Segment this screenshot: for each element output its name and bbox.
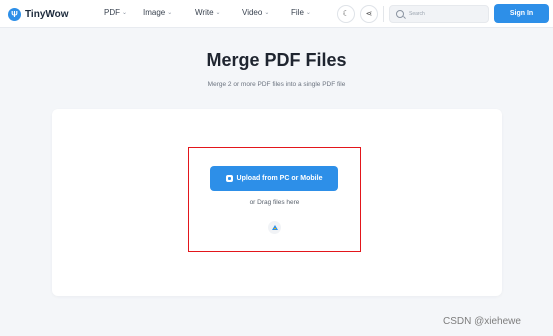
- nav-item-label: Video: [242, 8, 263, 17]
- logo[interactable]: Ψ TinyWow: [8, 6, 69, 22]
- nav-item-video[interactable]: Video ⌄: [242, 8, 269, 17]
- chevron-down-icon: ⌄: [264, 10, 270, 16]
- watermark: CSDN @xiehewe: [443, 316, 521, 327]
- logo-icon: Ψ: [8, 7, 21, 21]
- share-icon[interactable]: ⋖: [360, 5, 378, 23]
- page-subtitle: Merge 2 or more PDF files into a single …: [207, 81, 346, 88]
- search-icon: [396, 10, 404, 18]
- page-title: Merge PDF Files: [206, 50, 347, 70]
- chevron-down-icon: ⌄: [122, 10, 128, 16]
- moon-icon[interactable]: ☾: [337, 5, 355, 23]
- nav-item-label: Write: [195, 8, 214, 17]
- chevron-down-icon: ⌄: [167, 10, 173, 16]
- divider: [383, 6, 384, 22]
- nav-item-label: Image: [143, 8, 166, 17]
- nav-item-image[interactable]: Image ⌄: [143, 8, 172, 17]
- top-navbar: Ψ TinyWow PDF ⌄ Image ⌄ Write ⌄ Video ⌄ …: [0, 0, 553, 28]
- nav-item-label: PDF: [104, 8, 120, 17]
- nav-item-file[interactable]: File ⌄: [291, 8, 311, 17]
- nav-item-write[interactable]: Write ⌄: [195, 8, 221, 17]
- search-input[interactable]: [409, 8, 485, 20]
- sign-in-button[interactable]: Sign In: [494, 4, 549, 23]
- chevron-down-icon: ⌄: [305, 10, 311, 16]
- nav-item-label: File: [291, 8, 304, 17]
- chevron-down-icon: ⌄: [215, 10, 221, 16]
- nav-item-pdf[interactable]: PDF ⌄: [104, 8, 127, 17]
- highlight-box: [188, 147, 361, 252]
- brand-name: TinyWow: [25, 8, 69, 20]
- search-box[interactable]: [389, 5, 489, 23]
